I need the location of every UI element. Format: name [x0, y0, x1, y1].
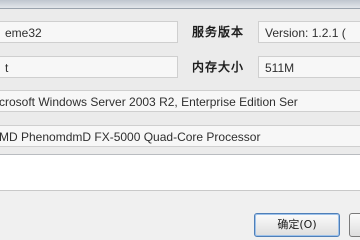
- theme-field: eme32: [0, 21, 178, 43]
- info-panel: eme32 服务版本 Version: 1.2.1 ( t 内存大小 511M …: [0, 9, 360, 155]
- os-field: crosoft Windows Server 2003 R2, Enterpri…: [0, 90, 360, 112]
- secondary-button[interactable]: [349, 213, 360, 237]
- service-pack-label: 服务版本: [192, 25, 245, 39]
- system-info-dialog: eme32 服务版本 Version: 1.2.1 ( t 内存大小 511M …: [0, 0, 360, 240]
- row2-field: t: [0, 56, 178, 78]
- dialog-top-border: [0, 0, 360, 9]
- button-bar: 确定(O): [0, 190, 360, 240]
- cpu-field: MD PhenomdmD FX-5000 Quad-Core Processor: [0, 125, 360, 147]
- content-area: [0, 155, 360, 189]
- memory-field: 511M: [258, 56, 360, 78]
- service-pack-field: Version: 1.2.1 (: [258, 21, 360, 43]
- ok-button[interactable]: 确定(O): [254, 213, 340, 237]
- memory-label: 内存大小: [192, 60, 245, 74]
